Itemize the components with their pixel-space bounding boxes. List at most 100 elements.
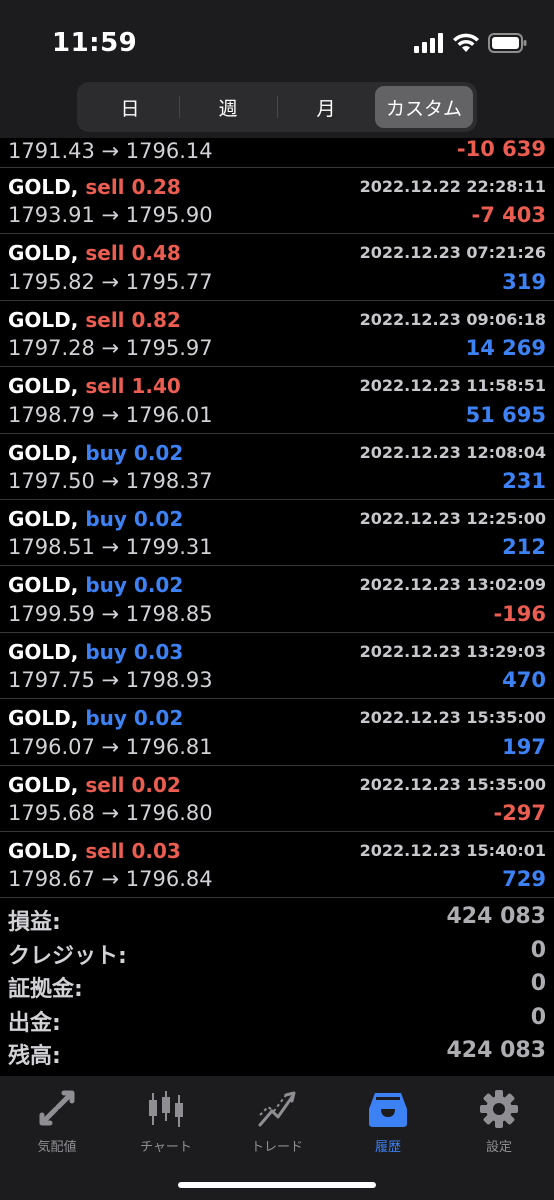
trade-row[interactable]: GOLD, buy 0.02 2022.12.23 12:25:00 1798.51… xyxy=(0,500,554,567)
summary-value: 0 xyxy=(530,971,546,996)
summary-value: 424 083 xyxy=(446,904,546,929)
trade-symbol: GOLD, xyxy=(8,374,79,399)
trade-prices: 1798.79 → 1796.01 xyxy=(8,402,213,427)
trade-row[interactable]: GOLD, sell 0.48 2022.12.23 07:21:26 1795.8… xyxy=(0,234,554,301)
summary-row: 証拠金: 0 xyxy=(0,967,554,1002)
trade-title: GOLD, sell 0.02 xyxy=(8,773,181,797)
trade-title: GOLD, sell 1.40 xyxy=(8,374,181,398)
trade-datetime: 2022.12.22 22:28:11 xyxy=(359,177,546,196)
trade-row[interactable]: GOLD, buy 0.02 2022.12.23 12:08:04 1797.50… xyxy=(0,434,554,500)
tab-settings[interactable]: 設定 xyxy=(444,1086,554,1155)
home-indicator[interactable] xyxy=(178,1182,376,1188)
segment-custom[interactable]: カスタム xyxy=(375,86,473,128)
trade-prices: 1797.50 → 1798.37 xyxy=(8,468,213,493)
trade-side: sell xyxy=(85,307,125,332)
trade-profit: 470 xyxy=(502,668,546,693)
trade-volume: 0.82 xyxy=(131,307,181,332)
summary-row: クレジット: 0 xyxy=(0,934,554,969)
trade-datetime: 2022.12.23 15:35:00 xyxy=(359,708,546,728)
tab-label: トレード xyxy=(250,1140,303,1155)
trade-row[interactable]: GOLD, buy 0.02 2022.12.23 15:35:00 1796.07… xyxy=(0,699,554,766)
tab-trade[interactable]: トレード xyxy=(222,1086,332,1155)
trade-title: GOLD, buy 0.03 xyxy=(8,640,183,664)
trade-datetime: 2022.12.23 09:06:18 xyxy=(359,309,546,329)
summary-value: 0 xyxy=(530,937,546,963)
summary-row: 出金: 0 xyxy=(0,1001,554,1036)
status-time: 11:59 xyxy=(52,28,138,58)
trade-datetime: 2022.12.23 15:35:00 xyxy=(359,774,546,794)
system-icons xyxy=(414,33,528,53)
summary-value: 424 083 xyxy=(446,1038,546,1063)
trade-symbol: GOLD, xyxy=(8,573,79,598)
trade-prices: 1798.51 → 1799.31 xyxy=(8,535,213,560)
trade-profit: -297 xyxy=(493,800,546,825)
trade-row[interactable]: GOLD, sell 0.03 2022.12.23 15:40:01 1798.6… xyxy=(0,832,554,899)
trade-profit: 319 xyxy=(502,269,546,294)
trade-datetime: 2022.12.23 13:02:09 xyxy=(359,575,546,595)
summary-value: 0 xyxy=(530,1004,546,1030)
trade-prices: 1799.59 → 1798.85 xyxy=(8,601,213,626)
summary-label: 残高: xyxy=(8,1044,61,1069)
trade-profit: -10 639 xyxy=(456,137,546,161)
trade-side: buy xyxy=(85,639,127,664)
trade-symbol: GOLD, xyxy=(8,772,79,797)
trade-title: GOLD, buy 0.02 xyxy=(8,706,183,730)
trade-prices: 1797.75 → 1798.93 xyxy=(8,668,213,693)
trade-volume: 0.02 xyxy=(133,440,184,465)
tab-chart[interactable]: チャート xyxy=(111,1086,221,1155)
summary-label: 出金: xyxy=(8,1010,61,1036)
segment-day[interactable]: 日 xyxy=(81,86,179,128)
trade-symbol: GOLD, xyxy=(8,506,79,531)
trade-volume: 0.48 xyxy=(131,241,181,266)
trade-profit: -196 xyxy=(493,601,546,626)
trade-prices: 1791.43 → 1796.14 xyxy=(8,139,213,163)
trade-history-list[interactable]: 1791.43 → 1796.14 -10 639 GOLD, sell 0.2… xyxy=(0,137,554,899)
trade-datetime: 2022.12.23 15:40:01 xyxy=(359,840,546,860)
wifi-icon xyxy=(453,33,479,52)
trade-row[interactable]: GOLD, buy 0.02 2022.12.23 13:02:09 1799.59… xyxy=(0,566,554,633)
trade-row[interactable]: GOLD, sell 0.82 2022.12.23 09:06:18 1797.2… xyxy=(0,301,554,368)
trade-symbol: GOLD, xyxy=(8,838,79,863)
candlestick-chart-icon xyxy=(149,1091,183,1127)
trade-volume: 0.02 xyxy=(133,706,184,731)
trade-volume: 0.03 xyxy=(131,838,181,863)
trade-volume: 0.02 xyxy=(133,506,184,531)
trade-row[interactable]: GOLD, sell 1.40 2022.12.23 11:58:51 1798.7… xyxy=(0,367,554,434)
trade-volume: 0.28 xyxy=(131,175,181,199)
trade-volume: 0.02 xyxy=(133,573,184,598)
trade-side: sell xyxy=(85,838,125,863)
trade-datetime: 2022.12.23 12:25:00 xyxy=(359,508,546,528)
trade-title: GOLD, sell 0.03 xyxy=(8,839,181,863)
trade-prices: 1795.68 → 1796.80 xyxy=(8,800,213,825)
trade-profit: 212 xyxy=(502,535,546,560)
account-summary: 損益: 424 083 クレジット: 0 証拠金: 0 出金: 0 残高: 424 083 xyxy=(0,900,554,1069)
battery-icon xyxy=(488,33,527,53)
segment-month[interactable]: 月 xyxy=(277,86,375,128)
trade-row[interactable]: GOLD, sell 0.02 2022.12.23 15:35:00 1795.6… xyxy=(0,766,554,832)
tab-label: 履歴 xyxy=(374,1140,401,1155)
trade-row-partial[interactable]: 1791.43 → 1796.14 -10 639 xyxy=(0,137,554,168)
trade-side: buy xyxy=(85,506,127,531)
trade-profit: 729 xyxy=(502,867,546,892)
trade-datetime: 2022.12.23 11:58:51 xyxy=(359,376,546,396)
trade-row[interactable]: GOLD, sell 0.28 2022.12.22 22:28:11 1793.9… xyxy=(0,168,554,235)
trade-row[interactable]: GOLD, buy 0.03 2022.12.23 13:29:03 1797.75… xyxy=(0,633,554,700)
trade-side: sell xyxy=(85,175,125,199)
summary-row: 残高: 424 083 xyxy=(0,1034,554,1069)
trade-side: sell xyxy=(85,374,125,399)
trade-profit: -7 403 xyxy=(471,203,546,228)
trade-datetime: 2022.12.23 07:21:26 xyxy=(359,243,546,263)
trade-volume: 0.03 xyxy=(133,639,184,664)
summary-row: 損益: 424 083 xyxy=(0,900,554,935)
trade-symbol: GOLD, xyxy=(8,241,79,266)
trade-side: sell xyxy=(85,241,125,266)
segment-week[interactable]: 週 xyxy=(179,86,277,128)
tab-history[interactable]: 履歴 xyxy=(333,1086,443,1155)
tab-label: 設定 xyxy=(485,1140,512,1155)
trade-title: GOLD, sell 0.48 xyxy=(8,241,181,265)
summary-label: クレジット: xyxy=(8,943,127,969)
trade-symbol: GOLD, xyxy=(8,706,79,731)
trade-prices: 1796.07 → 1796.81 xyxy=(8,734,213,759)
tab-quotes[interactable]: 気配値 xyxy=(2,1086,112,1155)
signal-icon xyxy=(414,33,443,53)
